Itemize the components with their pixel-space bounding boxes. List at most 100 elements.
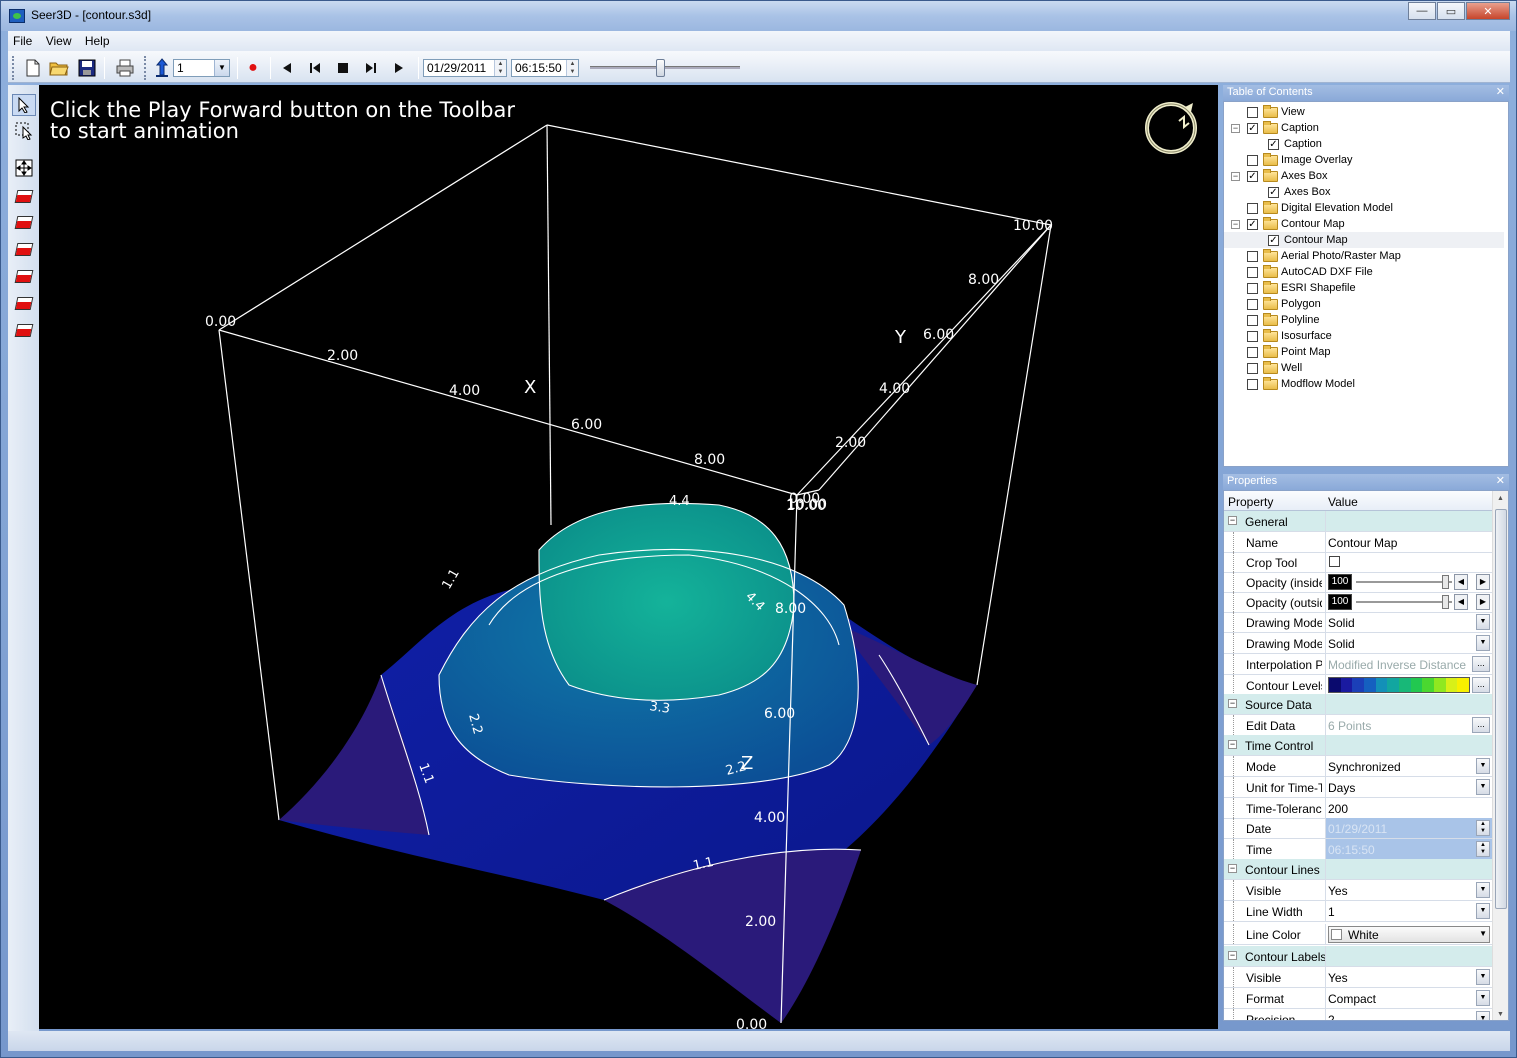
property-row[interactable]: Name Contour Map	[1224, 532, 1492, 553]
view-left-icon[interactable]	[12, 238, 36, 260]
chevron-down-icon[interactable]: ▼	[1476, 635, 1490, 651]
open-folder-icon[interactable]	[48, 57, 70, 79]
layer-up-icon[interactable]	[151, 57, 173, 79]
toc-item[interactable]: ✓ Contour Map	[1224, 232, 1504, 248]
view-front-icon[interactable]	[12, 292, 36, 314]
ellipsis-button[interactable]: ...	[1472, 656, 1490, 672]
property-value[interactable]: 200	[1328, 802, 1348, 816]
property-row[interactable]: Unit for Time-To Days ▼	[1224, 777, 1492, 798]
visibility-checkbox[interactable]	[1247, 282, 1258, 294]
property-row[interactable]: Date 01/29/2011 ▲ ▼	[1224, 818, 1492, 839]
close-button[interactable]: ✕	[1466, 2, 1510, 20]
toc-item[interactable]: ✓ Caption	[1224, 136, 1322, 152]
property-value[interactable]: Yes	[1328, 971, 1348, 985]
step-forward-icon[interactable]	[360, 57, 382, 79]
visibility-checkbox[interactable]	[1247, 106, 1258, 118]
property-row[interactable]: Drawing Mode (Solid ▼	[1224, 612, 1492, 633]
property-value[interactable]: Contour Map	[1328, 536, 1397, 550]
opacity-value[interactable]: 100	[1328, 574, 1352, 590]
time-slider-thumb[interactable]	[656, 59, 665, 77]
spinner-icon[interactable]: ▲ ▼	[1476, 820, 1490, 836]
play-backward-icon[interactable]	[276, 57, 298, 79]
property-row[interactable]: Visible Yes ▼	[1224, 880, 1492, 901]
toc-item[interactable]: − ✓ Contour Map	[1224, 216, 1345, 232]
visibility-checkbox[interactable]: ✓	[1247, 122, 1258, 134]
visibility-checkbox[interactable]	[1247, 330, 1258, 342]
opacity-slider-track[interactable]	[1356, 601, 1452, 603]
visibility-checkbox[interactable]	[1247, 378, 1258, 390]
toc-item[interactable]: Polyline	[1224, 312, 1320, 328]
toc-item[interactable]: − ✓ Caption	[1224, 120, 1319, 136]
chevron-down-icon[interactable]: ▼	[1476, 779, 1490, 795]
chevron-down-icon[interactable]: ▼	[1476, 758, 1490, 774]
toc-item[interactable]: Modflow Model	[1224, 376, 1355, 392]
toc-item[interactable]: Well	[1224, 360, 1302, 376]
property-row[interactable]: Format Compact ▼	[1224, 988, 1492, 1009]
property-row[interactable]: Line Color White ▼	[1224, 924, 1492, 945]
collapse-icon[interactable]: −	[1231, 171, 1240, 181]
spinner-icon[interactable]: ▲ ▼	[1476, 841, 1490, 857]
print-icon[interactable]	[114, 57, 136, 79]
chevron-down-icon[interactable]: ▼	[1476, 882, 1490, 898]
visibility-checkbox[interactable]	[1247, 346, 1258, 358]
collapse-icon[interactable]: −	[1231, 123, 1240, 133]
property-category[interactable]: − General	[1224, 511, 1492, 532]
property-row[interactable]: Mode Synchronized ▼	[1224, 756, 1492, 777]
visibility-checkbox[interactable]: ✓	[1268, 186, 1279, 198]
visibility-checkbox[interactable]	[1247, 202, 1258, 214]
toolbar-grip[interactable]	[144, 56, 147, 80]
property-row[interactable]: Opacity (inside d 100 ◀ ▶	[1224, 572, 1492, 593]
date-spinner[interactable]: ▲ ▼	[494, 60, 506, 76]
date-field[interactable]: 01/29/2011 ▲ ▼	[423, 59, 507, 77]
select-arrow-icon[interactable]	[12, 94, 36, 116]
property-category[interactable]: − Contour Lines	[1224, 859, 1492, 880]
scroll-up-icon[interactable]: ▲	[1493, 491, 1508, 506]
chevron-down-icon[interactable]: ▼	[1479, 929, 1487, 938]
toc-item[interactable]: View	[1224, 104, 1305, 120]
visibility-checkbox[interactable]: ✓	[1247, 218, 1258, 230]
property-value[interactable]: 2	[1328, 1013, 1335, 1020]
property-value[interactable]: Solid	[1328, 616, 1355, 630]
title-bar[interactable]: Seer3D - [contour.s3d] — ▭ ✕	[1, 1, 1516, 31]
property-row[interactable]: Visible Yes ▼	[1224, 967, 1492, 988]
property-value[interactable]: Solid	[1328, 637, 1355, 651]
chevron-down-icon[interactable]: ▼	[1476, 990, 1490, 1006]
visibility-checkbox[interactable]	[1247, 362, 1258, 374]
close-icon[interactable]: ✕	[1496, 85, 1505, 98]
property-row[interactable]: Opacity (outside 100 ◀ ▶	[1224, 592, 1492, 613]
properties-scrollbar[interactable]: ▲ ▼	[1492, 491, 1508, 1020]
property-value[interactable]: Yes	[1328, 884, 1348, 898]
collapse-icon[interactable]: −	[1228, 699, 1237, 708]
record-icon[interactable]: ●	[242, 57, 264, 79]
time-field[interactable]: 06:15:50 ▲ ▼	[511, 59, 579, 77]
decrement-icon[interactable]: ◀	[1454, 594, 1468, 610]
property-value[interactable]: 1	[1328, 905, 1335, 919]
time-spinner[interactable]: ▲ ▼	[566, 60, 578, 76]
save-icon[interactable]	[76, 57, 98, 79]
collapse-icon[interactable]: −	[1228, 951, 1237, 960]
toc-item[interactable]: − ✓ Axes Box	[1224, 168, 1327, 184]
visibility-checkbox[interactable]	[1247, 298, 1258, 310]
toc-item[interactable]: Point Map	[1224, 344, 1331, 360]
opacity-slider-thumb[interactable]	[1442, 595, 1449, 609]
layer-select[interactable]: 1 ▼	[173, 59, 230, 77]
chevron-down-icon[interactable]: ▼	[214, 60, 229, 76]
3d-viewport[interactable]: 1.1 1.1 1.1 2.2 2.2 3.3 4.4 4.4 0.00 2.0…	[39, 85, 1218, 1029]
chevron-down-icon[interactable]: ▼	[1476, 969, 1490, 985]
menu-file[interactable]: File	[8, 31, 37, 48]
property-row[interactable]: Line Width 1 ▼	[1224, 901, 1492, 922]
property-value[interactable]: White	[1348, 928, 1379, 942]
toc-item[interactable]: ESRI Shapefile	[1224, 280, 1356, 296]
property-row[interactable]: Drawing Mode (Solid ▼	[1224, 633, 1492, 654]
scroll-thumb[interactable]	[1495, 509, 1507, 909]
property-row[interactable]: Interpolation Par Modified Inverse Distan…	[1224, 654, 1492, 675]
menu-help[interactable]: Help	[80, 31, 115, 48]
collapse-icon[interactable]: −	[1231, 219, 1240, 229]
new-file-icon[interactable]	[22, 57, 44, 79]
toc-item[interactable]: Digital Elevation Model	[1224, 200, 1393, 216]
chevron-down-icon[interactable]: ▼	[1476, 903, 1490, 919]
property-row[interactable]: Time-Tolerance 200	[1224, 798, 1492, 819]
visibility-checkbox[interactable]	[1247, 250, 1258, 262]
property-row[interactable]: Time 06:15:50 ▲ ▼	[1224, 839, 1492, 860]
opacity-value[interactable]: 100	[1328, 594, 1352, 610]
